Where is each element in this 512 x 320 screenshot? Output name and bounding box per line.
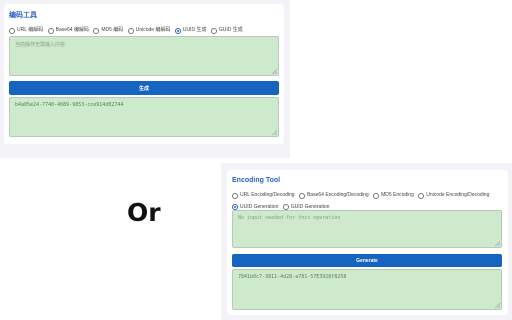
radio-url[interactable]: URL Encoding/Decoding bbox=[232, 191, 295, 200]
encoding-tool-card-en: Encoding Tool URL Encoding/Decoding Base… bbox=[227, 170, 508, 315]
radio-base64-dot[interactable] bbox=[47, 27, 54, 34]
radio-md5[interactable]: MD5 编码 bbox=[93, 25, 123, 36]
radio-base64-label: Base64 编解码 bbox=[55, 27, 89, 33]
radio-md5-label: MD5 Encoding bbox=[381, 192, 414, 198]
input-placeholder: No input needed for this operation bbox=[238, 215, 341, 221]
radio-guid-label: GUID 生成 bbox=[218, 27, 243, 33]
input-placeholder: 当前操作无需输入内容 bbox=[15, 42, 66, 48]
output-value: 7841b0c7-3811-4d28-a781-57E3928f8258 bbox=[238, 274, 347, 280]
radio-url-dot[interactable] bbox=[232, 192, 238, 199]
radio-base64-label: Base64 Encoding/Decoding bbox=[306, 192, 369, 198]
radio-unicode-dot[interactable] bbox=[418, 192, 425, 199]
resize-handle[interactable] bbox=[495, 303, 500, 308]
radio-url-dot[interactable] bbox=[9, 27, 15, 34]
generate-button[interactable]: 生成 bbox=[9, 81, 279, 95]
input-textarea[interactable]: No input needed for this operation bbox=[232, 210, 502, 248]
radio-base64[interactable]: Base64 Encoding/Decoding bbox=[298, 191, 369, 200]
radio-url[interactable]: URL 编解码 bbox=[9, 25, 43, 36]
radio-unicode-label: Unicode Encoding/Decoding bbox=[426, 192, 490, 198]
radio-url-label: URL Encoding/Decoding bbox=[240, 192, 295, 198]
radio-unicode-label: Unicode 编解码 bbox=[135, 27, 171, 33]
page-title: 编码工具 bbox=[9, 12, 37, 19]
radio-base64-dot[interactable] bbox=[298, 192, 305, 199]
input-textarea[interactable]: 当前操作无需输入内容 bbox=[9, 36, 279, 76]
radio-md5-dot[interactable] bbox=[373, 192, 380, 199]
or-divider-text: Or bbox=[127, 198, 161, 227]
radio-guid-dot[interactable] bbox=[210, 27, 217, 34]
radio-url-label: URL 编解码 bbox=[17, 27, 44, 33]
resize-handle[interactable] bbox=[272, 69, 277, 74]
page-title: Encoding Tool bbox=[232, 177, 281, 184]
radio-unicode[interactable]: Unicode 编解码 bbox=[127, 25, 171, 36]
radio-md5[interactable]: MD5 Encoding bbox=[373, 191, 414, 200]
radio-uuid[interactable]: UUID 生成 bbox=[174, 25, 207, 36]
radio-unicode[interactable]: Unicode Encoding/Decoding bbox=[418, 191, 489, 200]
generate-button[interactable]: Generate bbox=[232, 254, 502, 267]
output-textarea[interactable]: b4a05e24-7740-4089-9853-cce914d82744 bbox=[9, 97, 279, 137]
encoding-tool-card-zh: 编码工具 URL 编解码 Base64 编解码 MD5 编码 Unicode 编… bbox=[4, 4, 284, 144]
radio-guid[interactable]: GUID 生成 bbox=[210, 25, 243, 36]
resize-handle[interactable] bbox=[272, 130, 277, 135]
radio-uuid-label: UUID 生成 bbox=[182, 27, 207, 33]
radio-md5-dot[interactable] bbox=[93, 27, 100, 34]
radio-base64[interactable]: Base64 编解码 bbox=[47, 25, 89, 36]
radio-md5-label: MD5 编码 bbox=[101, 27, 124, 33]
output-value: b4a05e24-7740-4089-9853-cce914d82744 bbox=[15, 102, 124, 108]
resize-handle[interactable] bbox=[495, 241, 500, 246]
output-textarea[interactable]: 7841b0c7-3811-4d28-a781-57E3928f8258 bbox=[232, 269, 502, 310]
radio-uuid-dot[interactable] bbox=[174, 27, 181, 34]
radio-unicode-dot[interactable] bbox=[127, 27, 134, 34]
